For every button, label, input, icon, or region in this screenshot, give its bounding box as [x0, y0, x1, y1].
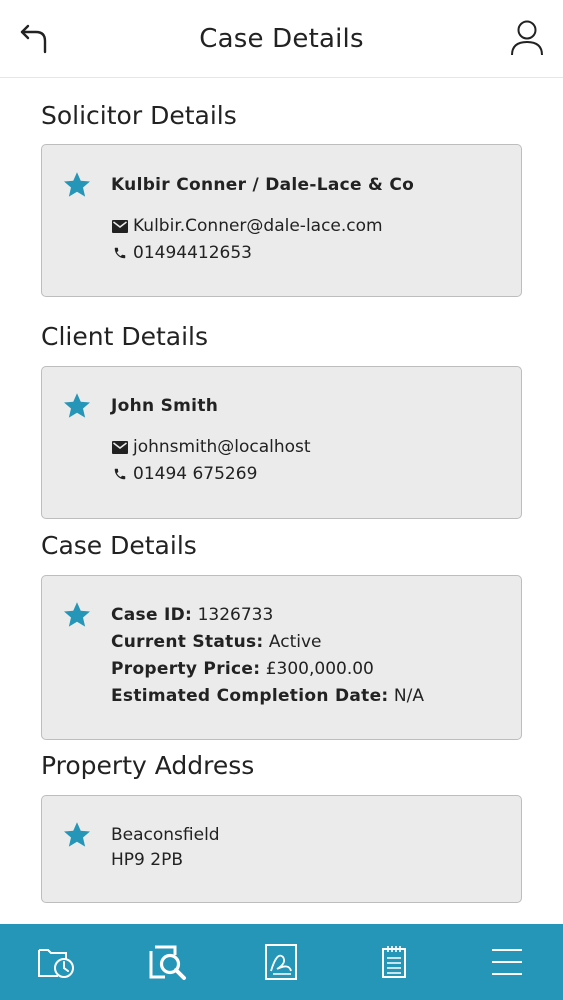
property-price-label: Property Price:: [111, 659, 261, 679]
client-phone-row[interactable]: 01494 675269: [111, 464, 257, 484]
property-price-row: Property Price: £300,000.00: [111, 659, 374, 679]
solicitor-phone: 01494412653: [133, 243, 252, 263]
case-status-label: Current Status:: [111, 632, 264, 652]
case-status-value: Active: [268, 632, 322, 652]
case-timeline-icon: [38, 949, 75, 978]
address-line-1: Beaconsfield: [111, 825, 220, 845]
star-icon: [64, 172, 90, 197]
address-line-2: HP9 2PB: [111, 850, 183, 870]
solicitor-email-row[interactable]: Kulbir.Conner@dale-lace.com: [111, 216, 383, 236]
phone-icon: [111, 245, 128, 262]
case-section-title: Case Details: [41, 531, 197, 560]
solicitor-section-title: Solicitor Details: [41, 101, 237, 130]
case-id-row: Case ID: 1326733: [111, 605, 273, 625]
notepad-icon: [382, 946, 407, 978]
client-phone: 01494 675269: [133, 464, 258, 484]
top-bar: Case Details: [0, 0, 563, 78]
client-email-row[interactable]: johnsmith@localhost: [111, 437, 311, 457]
profile-button[interactable]: [505, 16, 549, 60]
star-icon: [64, 602, 90, 627]
client-email: johnsmith@localhost: [133, 437, 311, 457]
bottom-nav: [0, 924, 563, 1000]
documents-sign-icon: [265, 944, 298, 980]
solicitor-phone-row[interactable]: 01494412653: [111, 243, 252, 263]
completion-date-label: Estimated Completion Date:: [111, 686, 389, 706]
nav-documents[interactable]: [253, 934, 309, 990]
app-root: Case Details Solicitor Details Kulbir Co…: [0, 0, 563, 1000]
case-id-value: 1326733: [197, 605, 274, 625]
case-status-row: Current Status: Active: [111, 632, 322, 652]
nav-case-timeline[interactable]: [28, 934, 84, 990]
case-card[interactable]: Case ID: 1326733 Current Status: Active …: [41, 575, 522, 740]
property-card[interactable]: Beaconsfield HP9 2PB: [41, 795, 522, 903]
envelope-icon: [111, 439, 128, 456]
nav-notepad[interactable]: [366, 934, 422, 990]
search-case-icon: [149, 945, 186, 980]
user-icon: [511, 20, 543, 56]
nav-search-case[interactable]: [141, 934, 197, 990]
solicitor-name: Kulbir Conner / Dale-Lace & Co: [111, 175, 415, 195]
client-name: John Smith: [111, 396, 219, 416]
client-card[interactable]: John Smith johnsmith@localhost 01494 675…: [41, 366, 522, 519]
envelope-icon: [111, 218, 128, 235]
property-section-title: Property Address: [41, 751, 255, 780]
phone-icon: [111, 466, 128, 483]
completion-date-value: N/A: [393, 686, 424, 706]
content-area[interactable]: Solicitor Details Kulbir Conner / Dale-L…: [0, 79, 563, 924]
property-price-value: £300,000.00: [265, 659, 374, 679]
case-id-label: Case ID:: [111, 605, 193, 625]
solicitor-email: Kulbir.Conner@dale-lace.com: [133, 216, 383, 236]
star-icon: [64, 393, 90, 418]
client-section-title: Client Details: [41, 322, 208, 351]
completion-date-row: Estimated Completion Date: N/A: [111, 686, 424, 706]
menu-icon: [491, 949, 522, 975]
solicitor-card[interactable]: Kulbir Conner / Dale-Lace & Co Kulbir.Co…: [41, 144, 522, 297]
star-icon: [64, 822, 90, 847]
nav-menu[interactable]: [479, 934, 535, 990]
page-title: Case Details: [199, 24, 364, 54]
